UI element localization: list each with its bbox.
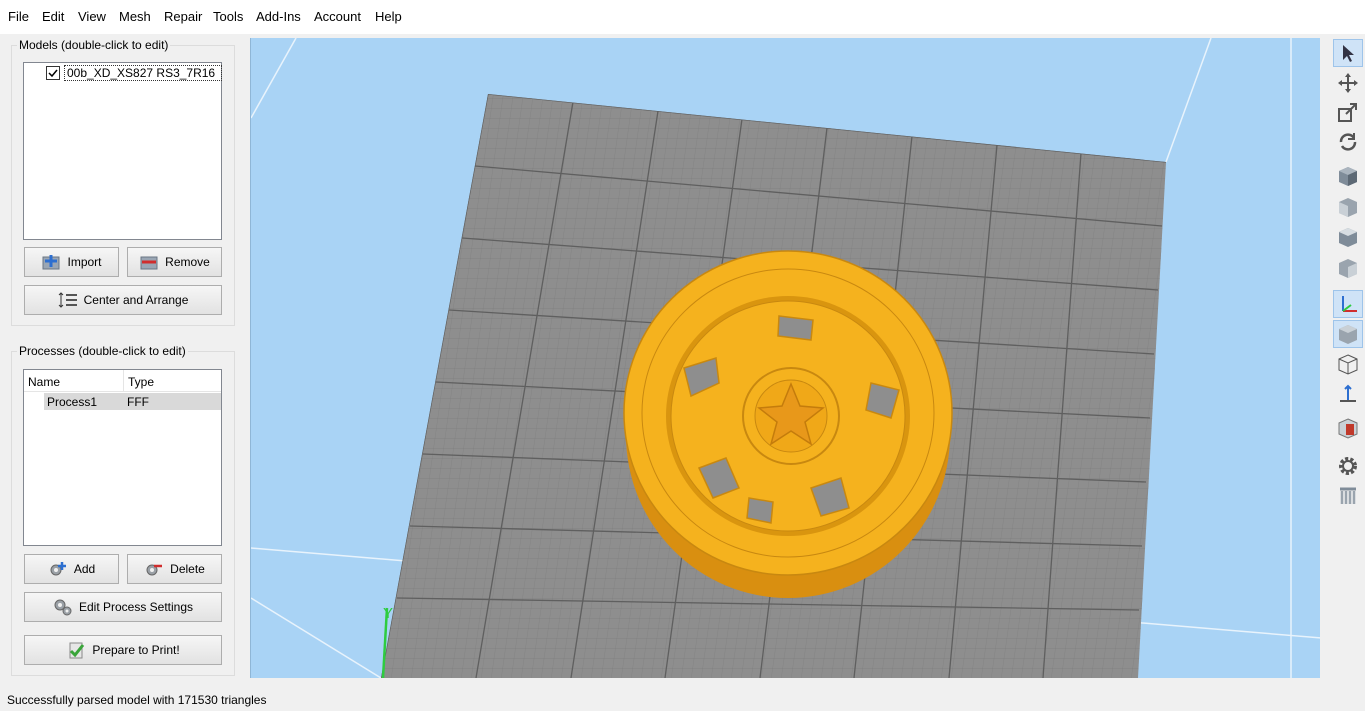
center-arrange-label: Center and Arrange [83,293,189,307]
edit-process-settings-button[interactable]: Edit Process Settings [24,592,222,622]
axis-toggle-button[interactable] [1333,290,1363,318]
table-header: Name Type [24,370,221,392]
scale-tool-button[interactable] [1333,98,1363,126]
column-divider [123,370,124,392]
process-name: Process1 [47,395,98,409]
status-bar: Successfully parsed model with 171530 tr… [0,680,1365,711]
remove-button-label: Remove [165,255,210,269]
import-icon [41,253,61,271]
remove-button[interactable]: Remove [127,247,222,277]
volume-edge [1165,38,1212,163]
models-group-title: Models (double-click to edit) [17,38,171,52]
arrange-icon [58,291,78,309]
view-side-button[interactable] [1333,254,1363,282]
axis-toggle-icon [1342,296,1357,312]
select-tool-icon [1343,45,1354,62]
section-view-button[interactable] [1333,414,1363,442]
menu-add-ins[interactable]: Add-Ins [256,9,301,24]
left-panel: Models (double-click to edit) 00b_XD_XS8… [0,34,250,680]
view-side-icon [1339,259,1357,278]
menu-bar: File Edit View Mesh Repair Tools Add-Ins… [0,0,1365,34]
import-button-label: Import [67,255,102,269]
scale-tool-icon [1338,103,1357,122]
view-iso-button[interactable] [1333,162,1363,190]
select-tool-button[interactable] [1333,39,1363,67]
solid-view-icon [1339,325,1357,344]
prepare-label: Prepare to Print! [92,643,180,657]
settings-button[interactable] [1333,452,1363,480]
process-type: FFF [127,395,149,409]
delete-gear-icon [144,560,164,578]
model-checkbox[interactable] [46,66,60,80]
add-process-button[interactable]: Add [24,554,119,584]
right-toolbar [1330,34,1365,680]
menu-view[interactable]: View [78,9,106,24]
section-view-icon [1338,418,1358,439]
menu-file[interactable]: File [8,9,29,24]
model-item-name[interactable]: 00b_XD_XS827 RS3_7R16 [64,65,222,81]
wireframe-view-icon [1338,354,1358,375]
add-gear-icon [48,560,68,578]
menu-edit[interactable]: Edit [42,9,64,24]
y-axis-label: Y [383,605,393,622]
menu-repair[interactable]: Repair [164,9,202,24]
checkmark-icon [66,641,86,659]
volume-edge [251,597,382,678]
menu-help[interactable]: Help [375,9,402,24]
scene[interactable]: Y [251,38,1320,678]
menu-tools[interactable]: Tools [213,9,243,24]
gears-icon [53,598,73,616]
center-arrange-button[interactable]: Center and Arrange [24,285,222,315]
prepare-to-print-button[interactable]: Prepare to Print! [24,635,222,665]
settings-gear-icon [1339,457,1357,475]
processes-table[interactable]: Name Type Process1 FFF [23,369,222,546]
view-top-icon [1339,228,1357,247]
supports-icon [1340,487,1356,504]
solid-view-button[interactable] [1333,320,1363,348]
rotate-tool-button[interactable] [1333,128,1363,156]
import-button[interactable]: Import [24,247,119,277]
delete-button-label: Delete [170,562,205,576]
move-tool-button[interactable] [1333,69,1363,97]
supports-button[interactable] [1333,482,1363,510]
view-front-icon [1339,198,1357,217]
menu-mesh[interactable]: Mesh [119,9,151,24]
models-list[interactable]: 00b_XD_XS827 RS3_7R16 [23,62,222,240]
normals-icon [1340,384,1356,402]
edit-settings-label: Edit Process Settings [78,600,194,614]
view-top-button[interactable] [1333,223,1363,251]
3d-viewport[interactable]: Y [250,38,1320,678]
add-button-label: Add [73,562,96,576]
move-tool-icon [1338,73,1358,93]
menu-account[interactable]: Account [314,9,361,24]
wireframe-view-button[interactable] [1333,350,1363,378]
remove-icon [139,253,159,271]
status-message: Successfully parsed model with 171530 tr… [7,693,267,707]
table-row[interactable]: Process1 FFF [44,393,221,410]
view-front-button[interactable] [1333,193,1363,221]
delete-process-button[interactable]: Delete [127,554,222,584]
volume-edge [251,38,297,119]
normals-button[interactable] [1333,380,1363,408]
column-header-name[interactable]: Name [28,375,60,389]
view-iso-icon [1339,167,1357,186]
rotate-tool-icon [1339,133,1357,151]
column-header-type[interactable]: Type [128,375,154,389]
wheel-model[interactable] [623,250,953,598]
processes-group-title: Processes (double-click to edit) [17,344,188,358]
